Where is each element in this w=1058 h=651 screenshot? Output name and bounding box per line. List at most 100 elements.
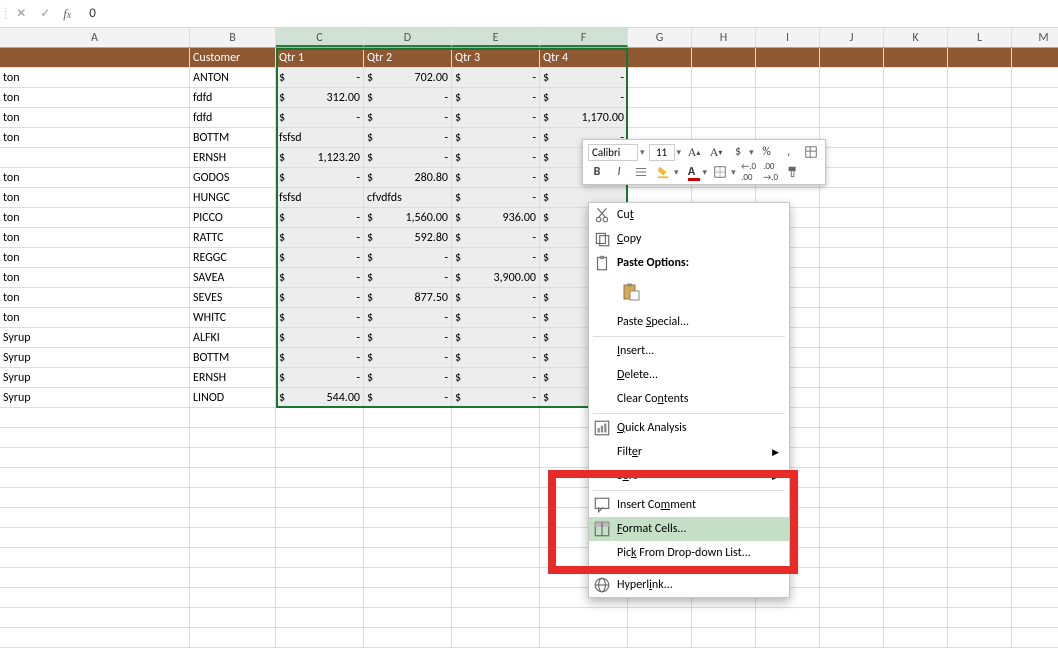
cell[interactable]: BOTTM bbox=[190, 348, 276, 367]
cell[interactable] bbox=[1012, 148, 1058, 167]
cell[interactable]: $- bbox=[540, 88, 628, 107]
col-header-H[interactable]: H bbox=[692, 28, 756, 47]
col-header-D[interactable]: D bbox=[364, 28, 452, 47]
cell[interactable]: $- bbox=[276, 248, 364, 267]
cell[interactable]: ton bbox=[0, 108, 190, 127]
cell[interactable] bbox=[0, 608, 190, 627]
cell[interactable] bbox=[948, 288, 1012, 307]
cell[interactable] bbox=[884, 488, 948, 507]
cell[interactable] bbox=[948, 188, 1012, 207]
cell[interactable] bbox=[364, 628, 452, 647]
cell[interactable] bbox=[692, 88, 756, 107]
ctx-format-cells[interactable]: Format Cells... bbox=[589, 517, 789, 541]
borders-icon[interactable] bbox=[711, 163, 729, 181]
cell[interactable]: $- bbox=[452, 228, 540, 247]
cell[interactable] bbox=[884, 108, 948, 127]
cell[interactable] bbox=[820, 348, 884, 367]
cell[interactable] bbox=[948, 268, 1012, 287]
cell[interactable] bbox=[364, 448, 452, 467]
cell[interactable]: $702.00 bbox=[364, 68, 452, 87]
cell[interactable]: $- bbox=[364, 88, 452, 107]
col-header-B[interactable]: B bbox=[190, 28, 276, 47]
cell[interactable] bbox=[1012, 68, 1058, 87]
cell[interactable] bbox=[884, 308, 948, 327]
cell[interactable] bbox=[364, 568, 452, 587]
cell[interactable] bbox=[820, 208, 884, 227]
cell[interactable] bbox=[1012, 508, 1058, 527]
cell[interactable] bbox=[948, 108, 1012, 127]
ctx-sort[interactable]: Sort ▶ bbox=[589, 464, 789, 488]
cell[interactable]: Syrup bbox=[0, 388, 190, 407]
cell[interactable] bbox=[0, 588, 190, 607]
cell[interactable] bbox=[948, 568, 1012, 587]
cell[interactable] bbox=[0, 408, 190, 427]
cell[interactable] bbox=[948, 448, 1012, 467]
cell[interactable]: SEVES bbox=[190, 288, 276, 307]
cell[interactable] bbox=[820, 568, 884, 587]
cell[interactable] bbox=[756, 68, 820, 87]
font-color-dropdown-icon[interactable]: ▾ bbox=[703, 167, 708, 178]
format-painter-icon[interactable] bbox=[784, 163, 802, 181]
cell[interactable]: $- bbox=[276, 228, 364, 247]
cell[interactable] bbox=[364, 488, 452, 507]
col-header-F[interactable]: F bbox=[540, 28, 628, 47]
cell[interactable] bbox=[1012, 448, 1058, 467]
cell[interactable]: WHITC bbox=[190, 308, 276, 327]
cell[interactable]: $- bbox=[364, 128, 452, 147]
cell[interactable] bbox=[364, 608, 452, 627]
cell[interactable] bbox=[756, 608, 820, 627]
cell[interactable]: $- bbox=[276, 268, 364, 287]
ctx-clear-contents[interactable]: Clear Contents bbox=[589, 387, 789, 411]
cell[interactable] bbox=[948, 548, 1012, 567]
cell[interactable] bbox=[276, 608, 364, 627]
cell[interactable] bbox=[0, 548, 190, 567]
cell[interactable] bbox=[190, 428, 276, 447]
cell[interactable] bbox=[692, 108, 756, 127]
cell[interactable]: $592.80 bbox=[364, 228, 452, 247]
cell[interactable] bbox=[884, 68, 948, 87]
col-header-G[interactable]: G bbox=[628, 28, 692, 47]
cell[interactable]: $- bbox=[364, 268, 452, 287]
cell[interactable] bbox=[820, 368, 884, 387]
cell[interactable]: $- bbox=[452, 328, 540, 347]
cell[interactable]: ton bbox=[0, 288, 190, 307]
cell[interactable] bbox=[820, 588, 884, 607]
cell[interactable] bbox=[820, 268, 884, 287]
cell[interactable]: LINOD bbox=[190, 388, 276, 407]
cell[interactable] bbox=[820, 88, 884, 107]
cell[interactable] bbox=[884, 208, 948, 227]
cell[interactable] bbox=[452, 408, 540, 427]
cell[interactable] bbox=[276, 588, 364, 607]
cell[interactable]: $- bbox=[452, 248, 540, 267]
cell[interactable]: $1,170.00 bbox=[540, 108, 628, 127]
cell[interactable] bbox=[948, 248, 1012, 267]
cell[interactable] bbox=[0, 568, 190, 587]
cell[interactable]: ton bbox=[0, 168, 190, 187]
cell[interactable] bbox=[452, 448, 540, 467]
cell[interactable]: $- bbox=[452, 348, 540, 367]
cell[interactable] bbox=[1012, 108, 1058, 127]
cell[interactable]: $312.00 bbox=[276, 88, 364, 107]
cell[interactable] bbox=[1012, 48, 1058, 67]
increase-decimal-icon[interactable]: ←.0.00 bbox=[740, 163, 758, 181]
cell[interactable] bbox=[884, 328, 948, 347]
decrease-font-icon[interactable]: A▾ bbox=[707, 143, 725, 161]
cell[interactable] bbox=[0, 428, 190, 447]
cell[interactable]: $- bbox=[364, 148, 452, 167]
cell[interactable] bbox=[1012, 168, 1058, 187]
col-header-J[interactable]: J bbox=[820, 28, 884, 47]
cell[interactable] bbox=[0, 468, 190, 487]
cell[interactable]: ton bbox=[0, 128, 190, 147]
cell[interactable]: Qtr 2 bbox=[364, 48, 452, 67]
cell[interactable]: $- bbox=[364, 248, 452, 267]
cell[interactable] bbox=[1012, 428, 1058, 447]
cell[interactable]: ANTON bbox=[190, 68, 276, 87]
cell[interactable]: Syrup bbox=[0, 328, 190, 347]
cell[interactable]: cfvdfds bbox=[364, 188, 452, 207]
cell[interactable] bbox=[276, 428, 364, 447]
cell[interactable] bbox=[1012, 408, 1058, 427]
accounting-dropdown-icon[interactable]: ▾ bbox=[749, 147, 754, 158]
cell[interactable]: BOTTM bbox=[190, 128, 276, 147]
cell[interactable] bbox=[1012, 328, 1058, 347]
cell[interactable] bbox=[452, 428, 540, 447]
